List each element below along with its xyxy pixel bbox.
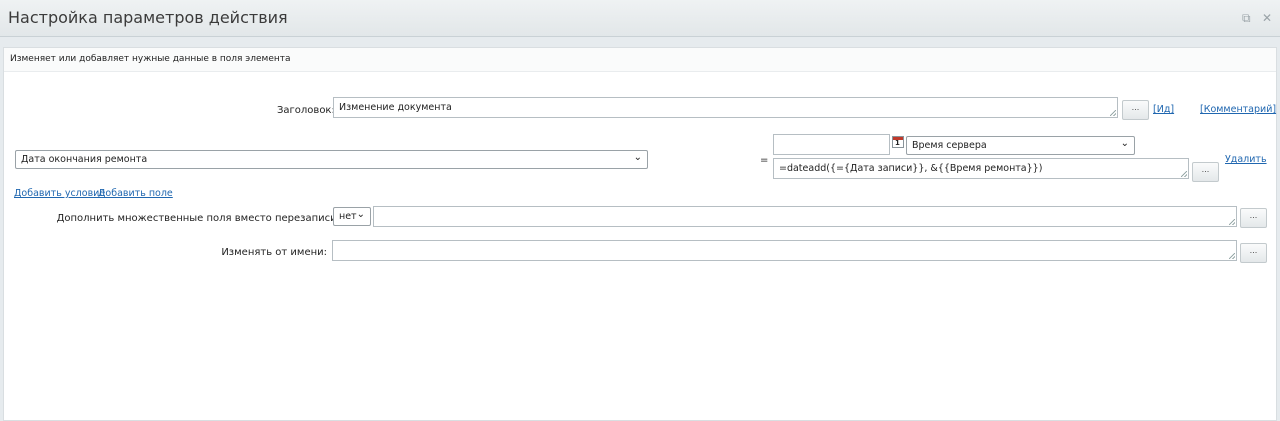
date-input[interactable] — [773, 134, 890, 155]
append-multiple-select-value: нет — [339, 211, 357, 222]
description-bar: Изменяет или добавляет нужные данные в п… — [4, 48, 1276, 72]
description-text: Изменяет или добавляет нужные данные в п… — [10, 54, 291, 64]
append-multiple-select[interactable]: нет ⌄ — [333, 207, 371, 226]
formula-input[interactable]: =dateadd({={Дата записи}}, &{{Время ремо… — [773, 158, 1189, 179]
comment-link[interactable]: [Комментарий] — [1200, 104, 1276, 115]
calendar-icon[interactable] — [892, 136, 904, 148]
chevron-down-icon: ⌄ — [1120, 138, 1129, 149]
add-field-link[interactable]: Добавить поле — [98, 188, 173, 199]
append-multiple-label: Дополнить множественные поля вместо пере… — [56, 213, 340, 224]
formula-value: =dateadd({={Дата записи}}, &{{Время ремо… — [779, 163, 1043, 174]
window-title: Настройка параметров действия — [8, 8, 288, 27]
title-input-value: Изменение документа — [339, 102, 452, 113]
equals-sign: = — [760, 155, 769, 166]
restore-window-icon[interactable]: ⧉ — [1242, 11, 1251, 26]
append-multiple-dots-button[interactable]: ... — [1240, 208, 1267, 228]
id-link[interactable]: [Ид] — [1153, 104, 1174, 115]
field-select[interactable]: Дата окончания ремонта ⌄ — [15, 150, 648, 169]
timezone-select[interactable]: Время сервера ⌄ — [906, 136, 1135, 155]
title-label: Заголовок: — [277, 105, 335, 116]
formula-dots-button[interactable]: ... — [1192, 162, 1219, 182]
modify-as-dots-button[interactable]: ... — [1240, 243, 1267, 263]
title-dots-button[interactable]: ... — [1122, 100, 1149, 120]
modify-as-input[interactable] — [332, 240, 1237, 261]
chevron-down-icon: ⌄ — [633, 152, 642, 163]
action-settings-panel: Изменяет или добавляет нужные данные в п… — [3, 47, 1277, 421]
timezone-select-value: Время сервера — [912, 140, 987, 151]
delete-condition-link[interactable]: Удалить — [1225, 154, 1267, 165]
window-titlebar: Настройка параметров действия ⧉ ✕ — [0, 0, 1280, 37]
title-input[interactable]: Изменение документа — [333, 97, 1118, 118]
append-multiple-input[interactable] — [373, 206, 1237, 227]
modify-as-label: Изменять от имени: — [221, 247, 327, 258]
field-select-value: Дата окончания ремонта — [21, 154, 148, 165]
close-icon[interactable]: ✕ — [1262, 11, 1272, 25]
chevron-down-icon: ⌄ — [356, 209, 365, 220]
add-condition-link[interactable]: Добавить условие — [14, 188, 105, 199]
